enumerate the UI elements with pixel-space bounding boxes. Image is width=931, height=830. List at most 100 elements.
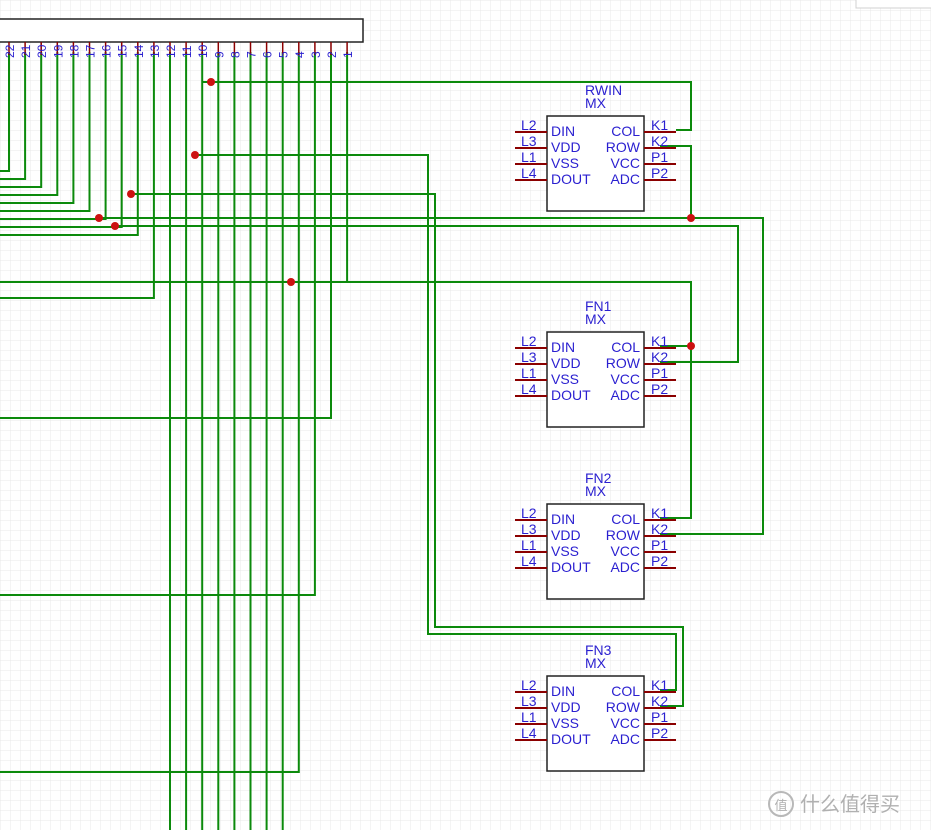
left-pin-number: L3 bbox=[521, 349, 537, 365]
right-pin-number: P2 bbox=[651, 725, 668, 741]
header-pin-number: 18 bbox=[67, 44, 81, 58]
left-pin-number: L1 bbox=[521, 709, 537, 725]
right-pin-label: VCC bbox=[610, 715, 640, 731]
right-pin-number: P1 bbox=[651, 365, 668, 381]
left-pin-label: VDD bbox=[551, 139, 581, 155]
schematic-canvas: 22 21 20 19 18 17 16 15 14 13 12 11 10 9 8 7 6 5 4 3 2 1 RWIN… bbox=[0, 0, 931, 830]
right-pin-label: ADC bbox=[610, 171, 640, 187]
corner-panel bbox=[855, 0, 931, 9]
left-pin-label: VSS bbox=[551, 371, 579, 387]
junction-dot bbox=[95, 214, 103, 222]
right-pin-label: VCC bbox=[610, 543, 640, 559]
right-pin-label: ROW bbox=[606, 355, 641, 371]
header-pin-number: 20 bbox=[35, 44, 49, 58]
right-pin-label: COL bbox=[611, 123, 640, 139]
header-pin-number: 10 bbox=[196, 44, 210, 58]
watermark-text: 什么值得买 bbox=[800, 792, 900, 816]
right-pin-label: ADC bbox=[610, 731, 640, 747]
header-pin-number: 14 bbox=[132, 44, 146, 58]
header-pin-number: 1 bbox=[341, 51, 355, 58]
right-pin-number: P2 bbox=[651, 381, 668, 397]
right-pin-label: ADC bbox=[610, 387, 640, 403]
header-pin-number: 19 bbox=[51, 44, 65, 58]
left-pin-number: L3 bbox=[521, 693, 537, 709]
junction-dot bbox=[111, 222, 119, 230]
junction-dot bbox=[687, 214, 695, 222]
header-body bbox=[0, 18, 364, 43]
watermark-logo-glyph: 值 bbox=[774, 798, 787, 814]
header-pin-number: 2 bbox=[325, 51, 339, 58]
right-pin-number: K2 bbox=[651, 521, 668, 537]
left-pin-label: DIN bbox=[551, 511, 575, 527]
right-pin-number: K2 bbox=[651, 133, 668, 149]
component-type: MX bbox=[585, 655, 607, 671]
right-pin-number: K2 bbox=[651, 693, 668, 709]
junction-dot bbox=[191, 151, 199, 159]
left-pin-number: L3 bbox=[521, 133, 537, 149]
right-pin-number: K1 bbox=[651, 505, 668, 521]
left-pin-label: VDD bbox=[551, 699, 581, 715]
left-pin-number: L3 bbox=[521, 521, 537, 537]
right-pin-label: ROW bbox=[606, 699, 641, 715]
header-pin-number: 3 bbox=[309, 51, 323, 58]
left-pin-label: VSS bbox=[551, 543, 579, 559]
right-pin-number: P1 bbox=[651, 149, 668, 165]
right-pin-number: K2 bbox=[651, 349, 668, 365]
left-pin-label: DIN bbox=[551, 123, 575, 139]
left-pin-number: L4 bbox=[521, 381, 537, 397]
left-pin-label: DIN bbox=[551, 339, 575, 355]
header-pin-number: 21 bbox=[19, 44, 33, 58]
right-pin-number: K1 bbox=[651, 117, 668, 133]
header-pin-number: 7 bbox=[245, 51, 259, 58]
right-pin-number: P1 bbox=[651, 709, 668, 725]
right-pin-label: VCC bbox=[610, 155, 640, 171]
header-pin-number: 17 bbox=[84, 44, 98, 58]
right-pin-label: COL bbox=[611, 511, 640, 527]
left-pin-number: L4 bbox=[521, 165, 537, 181]
left-pin-number: L1 bbox=[521, 365, 537, 381]
header-pin-number: 11 bbox=[180, 45, 194, 58]
header-pin-number: 16 bbox=[100, 44, 114, 58]
left-pin-label: DOUT bbox=[551, 171, 591, 187]
grid-background bbox=[0, 0, 931, 830]
left-pin-label: VDD bbox=[551, 355, 581, 371]
junction-dot bbox=[127, 190, 135, 198]
component-type: MX bbox=[585, 95, 607, 111]
header-pin-number: 8 bbox=[228, 51, 242, 58]
right-pin-label: ROW bbox=[606, 527, 641, 543]
right-pin-label: ADC bbox=[610, 559, 640, 575]
right-pin-label: VCC bbox=[610, 371, 640, 387]
pin-header: 22 21 20 19 18 17 16 15 14 13 12 11 10 9 8 7 6 5 4 3 2 1 bbox=[0, 18, 364, 58]
header-pin-number: 4 bbox=[293, 51, 307, 58]
header-pin-number: 6 bbox=[261, 51, 275, 58]
left-pin-number: L2 bbox=[521, 505, 537, 521]
left-pin-number: L1 bbox=[521, 149, 537, 165]
left-pin-label: DOUT bbox=[551, 559, 591, 575]
right-pin-label: ROW bbox=[606, 139, 641, 155]
junction-dot bbox=[207, 78, 215, 86]
header-pin-number: 12 bbox=[164, 44, 178, 58]
left-pin-number: L4 bbox=[521, 553, 537, 569]
right-pin-number: P1 bbox=[651, 537, 668, 553]
left-pin-label: DOUT bbox=[551, 387, 591, 403]
right-pin-label: COL bbox=[611, 683, 640, 699]
left-pin-label: VDD bbox=[551, 527, 581, 543]
header-pin-number: 22 bbox=[3, 44, 17, 58]
left-pin-number: L2 bbox=[521, 677, 537, 693]
header-pin-number: 9 bbox=[212, 51, 226, 58]
left-pin-label: DOUT bbox=[551, 731, 591, 747]
right-pin-number: K1 bbox=[651, 677, 668, 693]
junction-dot bbox=[287, 278, 295, 286]
left-pin-number: L4 bbox=[521, 725, 537, 741]
header-pin-number: 13 bbox=[148, 44, 162, 58]
left-pin-number: L2 bbox=[521, 117, 537, 133]
junction-dot bbox=[687, 342, 695, 350]
right-pin-label: COL bbox=[611, 339, 640, 355]
right-pin-number: K1 bbox=[651, 333, 668, 349]
right-pin-number: P2 bbox=[651, 553, 668, 569]
left-pin-number: L1 bbox=[521, 537, 537, 553]
left-pin-label: VSS bbox=[551, 715, 579, 731]
left-pin-label: VSS bbox=[551, 155, 579, 171]
header-pin-number: 5 bbox=[277, 51, 291, 58]
component-type: MX bbox=[585, 483, 607, 499]
